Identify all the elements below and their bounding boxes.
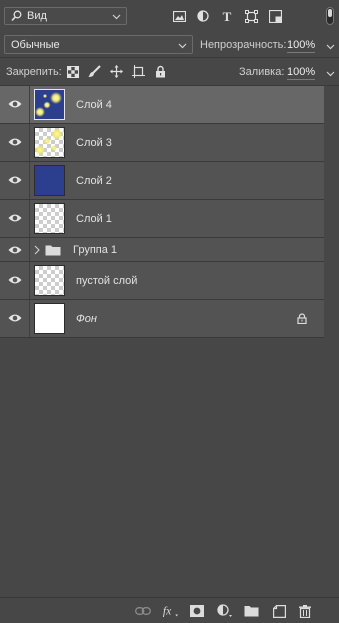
divider: [29, 300, 30, 337]
filter-toggle-icon[interactable]: [326, 7, 334, 25]
lock-transparent-pixels-icon[interactable]: [66, 65, 79, 78]
chevron-down-icon[interactable]: [326, 68, 335, 80]
link-layers-icon[interactable]: [135, 604, 151, 618]
lock-artboard-icon[interactable]: [132, 65, 145, 78]
lock-icon: [297, 313, 307, 327]
filter-kind-select[interactable]: Вид: [4, 7, 127, 25]
blend-mode-label: Обычные: [11, 39, 60, 51]
opacity-input[interactable]: 100%: [287, 39, 316, 53]
divider: [29, 124, 30, 161]
eye-icon[interactable]: [8, 213, 22, 223]
fill-label: Заливка:: [239, 66, 285, 78]
divider: [29, 162, 30, 199]
lock-position-icon[interactable]: [110, 65, 123, 78]
eye-icon[interactable]: [8, 137, 22, 147]
layer-row[interactable]: Слой 4: [0, 86, 324, 124]
add-mask-icon[interactable]: [189, 604, 205, 618]
shape-filter-icon[interactable]: [244, 9, 258, 23]
divider: [29, 200, 30, 237]
lock-image-pixels-icon[interactable]: [88, 65, 101, 78]
layer-row[interactable]: Фон: [0, 300, 324, 338]
layer-name[interactable]: Фон: [76, 313, 97, 325]
new-adjustment-icon[interactable]: [217, 604, 233, 618]
bottom-toolbar: fx: [0, 597, 339, 623]
layers-list: Слой 4 Слой 3 Слой 2 Слой 1 Группа 1 пус…: [0, 86, 324, 338]
layer-row[interactable]: Слой 3: [0, 124, 324, 162]
layer-row[interactable]: Слой 2: [0, 162, 324, 200]
image-filter-icon[interactable]: [172, 9, 186, 23]
layer-thumbnail: [34, 303, 65, 334]
layer-name[interactable]: Слой 1: [76, 213, 112, 225]
search-icon: [11, 10, 22, 25]
group-row[interactable]: Группа 1: [0, 238, 324, 262]
svg-text:T: T: [223, 10, 232, 22]
layer-name[interactable]: Слой 2: [76, 175, 112, 187]
divider: [29, 86, 30, 123]
blend-mode-select[interactable]: Обычные: [4, 35, 193, 54]
eye-icon[interactable]: [8, 313, 22, 323]
eye-icon[interactable]: [8, 245, 22, 255]
svg-text:fx: fx: [163, 606, 172, 618]
divider: [29, 262, 30, 299]
layer-name[interactable]: пустой слой: [76, 275, 137, 287]
eye-icon[interactable]: [8, 275, 22, 285]
delete-layer-icon[interactable]: [297, 604, 313, 618]
layer-name[interactable]: Слой 4: [76, 99, 112, 111]
chevron-down-icon[interactable]: [326, 41, 335, 53]
filter-kind-label: Вид: [27, 10, 47, 22]
layer-name[interactable]: Слой 3: [76, 137, 112, 149]
chevron-down-icon: [178, 40, 187, 52]
new-layer-icon[interactable]: [271, 604, 287, 618]
fill-input[interactable]: 100%: [287, 66, 316, 80]
layer-thumbnail: [34, 203, 65, 234]
eye-icon[interactable]: [8, 175, 22, 185]
layer-thumbnail: [34, 265, 65, 296]
blend-row: Обычные Непрозрачность: 100%: [0, 33, 339, 56]
chevron-down-icon: [112, 11, 121, 23]
chevron-right-icon[interactable]: [34, 245, 40, 258]
type-filter-icon[interactable]: T: [220, 9, 234, 23]
layer-row[interactable]: пустой слой: [0, 262, 324, 300]
layer-row[interactable]: Слой 1: [0, 200, 324, 238]
lock-row: Закрепить: Заливка: 100%: [0, 58, 339, 85]
adjustment-filter-icon[interactable]: [196, 9, 210, 23]
eye-icon[interactable]: [8, 99, 22, 109]
folder-icon: [45, 244, 61, 259]
opacity-label: Непрозрачность:: [200, 39, 287, 51]
fx-icon[interactable]: fx: [162, 604, 178, 618]
smart-object-filter-icon[interactable]: [268, 9, 282, 23]
layer-filter-row: Вид T: [0, 0, 339, 33]
lock-all-icon[interactable]: [154, 65, 167, 78]
layer-thumbnail: [34, 89, 65, 120]
layer-thumbnail: [34, 127, 65, 158]
group-name[interactable]: Группа 1: [73, 244, 117, 256]
lock-label: Закрепить:: [6, 66, 62, 78]
new-group-icon[interactable]: [243, 604, 259, 618]
layer-thumbnail: [34, 165, 65, 196]
divider: [29, 238, 30, 261]
